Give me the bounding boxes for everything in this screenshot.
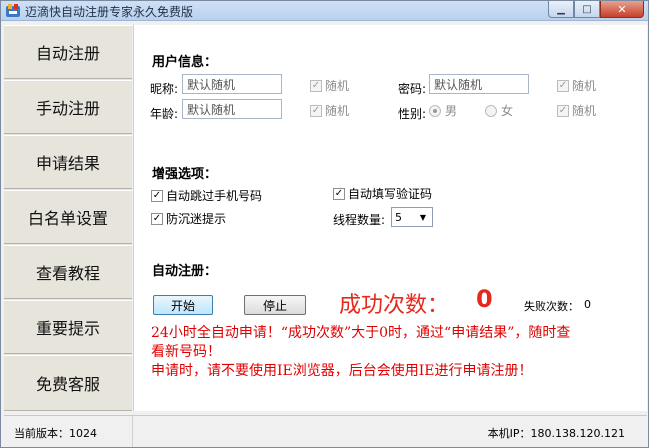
notice-line: 申请时，请不要使用IE浏览器，后台会使用IE进行申请注册！ [151,363,533,379]
check-icon: ✓ [152,212,162,224]
radio-label: 女 [501,104,514,118]
nickname-label: 昵称: [150,82,179,96]
thread-count-select[interactable]: 5 ▼ [391,207,433,227]
chevron-down-icon: ▼ [419,212,427,222]
close-icon: ✕ [617,2,627,16]
fail-count-label: 失败次数： [524,300,579,313]
title-bar[interactable]: 迈滴快自动注册专家永久免费版 ▁ □ ✕ [1,1,648,21]
checkbox-box: ✓ [310,79,322,92]
sidebar-item-label: 重要提示 [35,319,100,338]
checkbox-label: 随机 [325,79,350,93]
start-button[interactable]: 开始 [153,295,213,315]
checkbox-box: ✓ [151,189,163,202]
sidebar-item-auto-register[interactable]: 自动注册 [4,25,132,79]
checkbox-label: 防沉迷提示 [166,212,227,226]
sidebar-item-manual-register[interactable]: 手动注册 [4,80,132,134]
check-icon: ✓ [558,79,568,91]
age-field[interactable] [182,99,282,119]
window-title: 迈滴快自动注册专家永久免费版 [25,5,194,19]
enhance-options-title: 增强选项： [152,167,218,182]
sidebar-item-label: 白名单设置 [27,209,108,228]
check-icon: ✓ [152,189,162,201]
check-icon: ✓ [334,187,344,199]
sidebar-item-important-tips[interactable]: 重要提示 [4,300,132,354]
close-button[interactable]: ✕ [600,1,644,18]
password-label: 密码: [398,82,427,96]
anti-addiction-checkbox[interactable]: ✓ 防沉迷提示 [151,210,226,227]
gender-random-checkbox[interactable]: ✓ 随机 [557,102,596,119]
sidebar-nav: 自动注册 手动注册 申请结果 白名单设置 查看教程 重要提示 免费客服 [4,25,132,411]
fail-count-value: 0 [584,298,591,311]
ip-value: 180.138.120.121 [530,427,625,440]
status-divider [132,416,133,447]
check-icon: ✓ [311,104,321,116]
check-icon: ✓ [558,104,568,116]
thread-count-label: 线程数量: [333,213,386,227]
checkbox-box: ✓ [151,212,163,225]
nickname-field[interactable] [182,74,282,94]
checkbox-label: 随机 [572,104,597,118]
sidebar-item-label: 自动注册 [35,44,100,63]
status-bar: 当前版本：1024 本机IP：180.138.120.121 [4,415,647,447]
sidebar-item-whitelist[interactable]: 白名单设置 [4,190,132,244]
age-label: 年龄: [150,107,179,121]
password-random-checkbox[interactable]: ✓ 随机 [557,77,596,94]
auto-register-title: 自动注册： [152,264,218,279]
check-icon: ✓ [311,79,321,91]
gender-male-radio[interactable]: 男 [429,102,457,119]
ip-info: 本机IP：180.138.120.121 [488,425,625,441]
radio-dot-icon [429,104,441,117]
button-label: 开始 [170,298,195,313]
notice-line: 看新号码！ [151,344,221,360]
sidebar-item-label: 手动注册 [35,99,100,118]
checkbox-box: ✓ [310,104,322,117]
sidebar-item-support[interactable]: 免费客服 [4,355,132,411]
minimize-icon: ▁ [557,3,565,15]
radio-label: 男 [445,104,458,118]
sidebar-item-label: 免费客服 [35,375,100,394]
version-info: 当前版本：1024 [14,425,97,441]
skip-phone-checkbox[interactable]: ✓ 自动跳过手机号码 [151,187,262,204]
notice-line: 24小时全自动申请！“成功次数”大于0时，通过“申请结果”，随时查 [151,325,571,341]
checkbox-label: 自动填写验证码 [348,187,433,201]
nickname-random-checkbox[interactable]: ✓ 随机 [310,77,349,94]
checkbox-label: 随机 [325,104,350,118]
stop-button[interactable]: 停止 [244,295,306,315]
sidebar-item-results[interactable]: 申请结果 [4,135,132,189]
user-info-title: 用户信息： [152,55,218,70]
password-field[interactable] [429,74,529,94]
sidebar-item-label: 查看教程 [35,264,100,283]
ip-label: 本机IP： [487,427,531,440]
auto-captcha-checkbox[interactable]: ✓ 自动填写验证码 [333,185,432,202]
checkbox-box: ✓ [557,79,569,92]
success-count-label: 成功次数： [339,293,450,318]
select-value: 5 [395,210,402,224]
checkbox-label: 随机 [572,79,597,93]
version-label: 当前版本： [14,427,69,440]
checkbox-box: ✓ [333,187,345,200]
maximize-icon: □ [582,3,592,15]
sidebar-item-tutorial[interactable]: 查看教程 [4,245,132,299]
checkbox-box: ✓ [557,104,569,117]
minimize-button[interactable]: ▁ [548,1,574,18]
gender-label: 性别: [398,107,427,121]
gender-female-radio[interactable]: 女 [485,102,513,119]
radio-dot-icon [485,104,497,117]
app-logo-icon [6,4,20,17]
main-panel: 用户信息： 昵称: ✓ 随机 密码: ✓ 随机 年龄: ✓ 随机 性别: 男 女… [133,25,647,411]
version-value: 1024 [69,427,97,440]
window-controls: ▁ □ ✕ [548,1,644,19]
maximize-button[interactable]: □ [574,1,600,18]
button-label: 停止 [262,298,287,313]
app-window: 迈滴快自动注册专家永久免费版 ▁ □ ✕ 自动注册 手动注册 申请结果 白名单设… [0,0,649,448]
age-random-checkbox[interactable]: ✓ 随机 [310,102,349,119]
checkbox-label: 自动跳过手机号码 [166,189,263,203]
success-count-value: 0 [476,285,493,313]
sidebar-item-label: 申请结果 [35,154,100,173]
notice-text: 24小时全自动申请！“成功次数”大于0时，通过“申请结果”，随时查 看新号码！ … [151,324,645,381]
